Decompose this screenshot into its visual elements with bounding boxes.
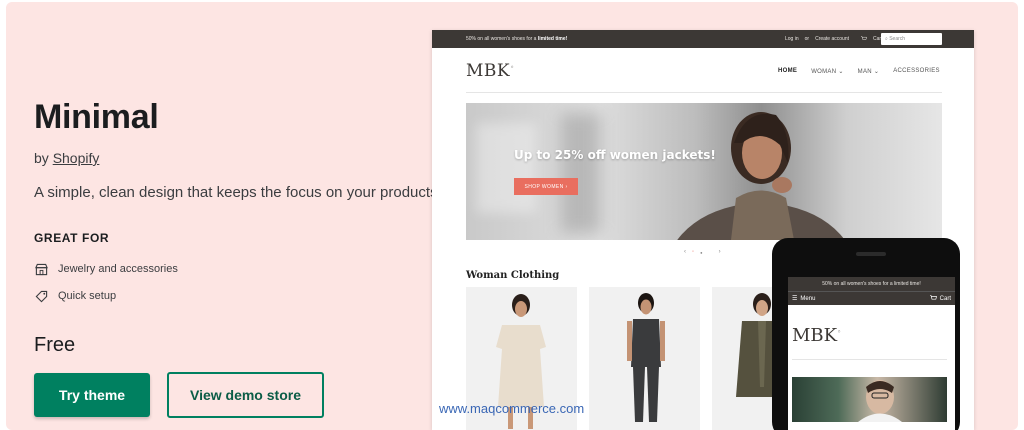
phone-logo: MBK◦ [792,325,841,346]
phone-screen: 50% on all women's shoes for a limited t… [788,277,955,430]
cart-icon [861,36,867,43]
tag-icon [34,289,48,303]
preview-nav: HOME WOMAN ⌄ MAN ⌄ ACCESSORIES [778,68,940,75]
logo-text: MBK [792,325,838,346]
phone-cart: Cart [929,295,951,303]
preview-topbar: 50% on all women's shoes for a limited t… [432,30,974,48]
great-for-heading: GREAT FOR [34,231,110,245]
nav-accessories: ACCESSORIES [893,68,940,74]
chevron-left-icon: ‹ [684,249,686,255]
chevron-right-icon: › [718,249,721,255]
or-text: or [804,36,810,42]
search-placeholder: Search [889,36,906,42]
announcement-bold: limited time! [537,36,568,42]
storefront-icon [34,262,48,276]
theme-card: Minimal by Shopify A simple, clean desig… [6,2,1018,430]
feature-item: Jewelry and accessories [34,262,178,276]
preview-account-links: Log in or Create account Cart [785,36,882,43]
theme-price: Free [34,334,76,356]
logo-text: MBK [466,61,511,81]
nav-home: HOME [778,68,798,74]
feature-label: Jewelry and accessories [58,263,178,275]
dot-icon: ● [700,249,703,255]
watermark-link[interactable]: www.maqcommerce.com [439,401,584,416]
logo-mark: ◦ [510,63,515,72]
cart-label: Cart [939,296,951,302]
logo-mark: ◦ [837,328,842,336]
login-link: Log in [785,36,799,42]
theme-tagline: A simple, clean design that keeps the fo… [34,184,438,201]
hamburger-icon: ☰ [792,296,798,302]
phone-announcement: 50% on all women's shoes for a limited t… [788,277,955,291]
search-icon: ⌕ [885,36,888,42]
nav-man: MAN ⌄ [857,69,880,75]
try-theme-button[interactable]: Try theme [34,373,150,417]
section-title: Woman Clothing [466,270,560,281]
hero-model-image [677,112,845,240]
preview-announcement: 50% on all women's shoes for a limited t… [466,36,567,42]
author-link[interactable]: Shopify [53,150,100,166]
mobile-preview: 50% on all women's shoes for a limited t… [772,238,960,430]
feature-label: Quick setup [58,290,117,302]
nav-woman: WOMAN ⌄ [811,69,844,75]
announcement-text: 50% on all women's shoes for a [466,36,538,42]
phone-menu: ☰ Menu [792,295,816,303]
hero-pagination: ‹ ◦ ● › [684,249,721,255]
preview-divider [466,92,942,93]
phone-nav-bar: ☰ Menu Cart [788,291,955,305]
preview-hero-banner: Up to 25% off women jackets! SHOP WOMEN … [466,103,942,240]
phone-speaker [856,252,886,256]
theme-title: Minimal [34,98,159,136]
hero-title: Up to 25% off women jackets! [514,148,716,162]
create-account-link: Create account [815,36,849,42]
view-demo-store-button[interactable]: View demo store [167,372,324,418]
hero-shop-button: SHOP WOMEN › [514,178,578,195]
phone-divider [792,359,947,360]
dot-active-icon: ◦ [692,249,695,255]
theme-byline: by Shopify [34,150,99,166]
phone-hero-image [792,377,947,422]
byline-prefix: by [34,150,49,166]
product-image [589,287,700,430]
cart-icon [929,295,937,303]
menu-label: Menu [800,295,816,302]
preview-search-box: ⌕ Search [881,33,942,45]
preview-logo: MBK◦ [466,61,515,81]
feature-item: Quick setup [34,289,116,303]
